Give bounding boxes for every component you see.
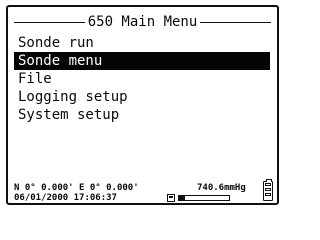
gps-coordinates: N 0° 0.000' E 0° 0.000' <box>14 183 139 193</box>
menu-item-sonde-run[interactable]: Sonde run <box>14 34 270 52</box>
display-screen: 650 Main Menu Sonde run Sonde menu File … <box>6 5 279 205</box>
main-menu-list: Sonde run Sonde menu File Logging setup … <box>14 34 270 124</box>
menu-title: 650 Main Menu <box>87 14 198 30</box>
title-rule-left <box>14 21 85 23</box>
memory-usage-bar <box>178 195 230 201</box>
menu-title-row: 650 Main Menu <box>14 14 272 30</box>
memory-card-icon <box>167 194 175 202</box>
barometric-pressure: 740.6mmHg <box>197 183 246 193</box>
title-rule-right <box>200 21 272 23</box>
status-location-datetime: N 0° 0.000' E 0° 0.000' 06/01/2000 17:06… <box>14 183 139 203</box>
battery-icon <box>263 179 273 201</box>
memory-usage-fill <box>179 196 185 200</box>
menu-item-sonde-menu[interactable]: Sonde menu <box>14 52 270 70</box>
menu-item-logging-setup[interactable]: Logging setup <box>14 88 270 106</box>
battery-cell <box>265 188 271 191</box>
menu-item-file[interactable]: File <box>14 70 270 88</box>
memory-status <box>167 194 230 202</box>
date-time: 06/01/2000 17:06:37 <box>14 193 117 203</box>
menu-item-system-setup[interactable]: System setup <box>14 106 270 124</box>
battery-cell <box>265 183 271 186</box>
battery-cell <box>265 193 271 196</box>
